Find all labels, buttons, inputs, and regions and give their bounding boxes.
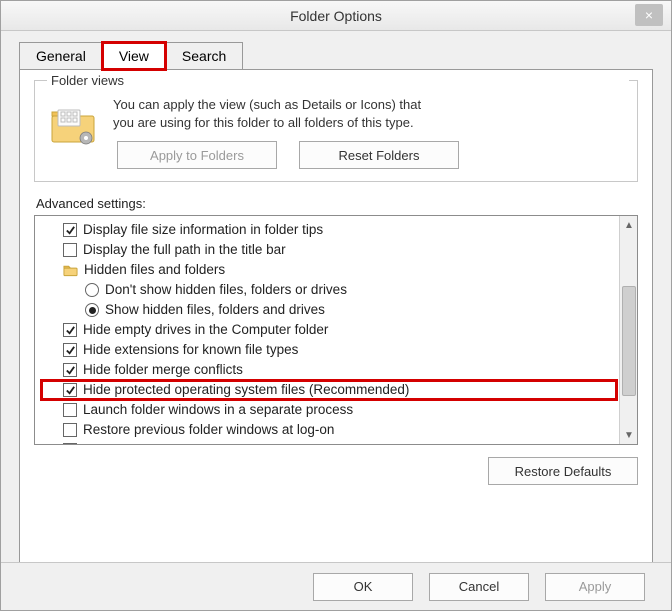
folder-views-legend: Folder views (47, 73, 629, 88)
opt-label: Restore previous folder windows at log-o… (83, 420, 334, 440)
opt-label: Hide empty drives in the Computer folder (83, 320, 328, 340)
opt-label: Hide folder merge conflicts (83, 360, 243, 380)
opt-label: Show hidden files, folders and drives (105, 300, 325, 320)
opt-launch-separate-process[interactable]: Launch folder windows in a separate proc… (41, 400, 617, 420)
checkbox-checked-icon (63, 383, 77, 397)
tab-general[interactable]: General (19, 42, 103, 70)
ok-button[interactable]: OK (313, 573, 413, 601)
opt-hide-empty-drives[interactable]: Hide empty drives in the Computer folder (41, 320, 617, 340)
opt-display-full-path[interactable]: Display the full path in the title bar (41, 240, 617, 260)
opt-show-drive-letters[interactable]: Show drive letters (41, 440, 617, 445)
opt-restore-prev-windows[interactable]: Restore previous folder windows at log-o… (41, 420, 617, 440)
advanced-settings-label: Advanced settings: (36, 196, 638, 211)
checkbox-checked-icon (63, 223, 77, 237)
reset-folders-button[interactable]: Reset Folders (299, 141, 459, 169)
restore-defaults-button[interactable]: Restore Defaults (488, 457, 638, 485)
opt-label: Launch folder windows in a separate proc… (83, 400, 353, 420)
tab-panel-view: Folder views (19, 69, 653, 564)
titlebar: Folder Options × (1, 1, 671, 31)
radio-unchecked-icon (85, 283, 99, 297)
checkbox-unchecked-icon (63, 423, 77, 437)
scroll-up-icon[interactable]: ▲ (620, 216, 638, 234)
folder-views-description: You can apply the view (such as Details … (113, 96, 459, 169)
opt-label: Display file size information in folder … (83, 220, 323, 240)
apply-button[interactable]: Apply (545, 573, 645, 601)
opt-hide-extensions[interactable]: Hide extensions for known file types (41, 340, 617, 360)
folder-options-dialog: Folder Options × General View Search Fol… (0, 0, 672, 611)
checkbox-unchecked-icon (63, 243, 77, 257)
opt-display-file-size[interactable]: Display file size information in folder … (41, 220, 617, 240)
tab-search[interactable]: Search (165, 42, 243, 70)
checkbox-checked-icon (63, 363, 77, 377)
checkbox-unchecked-icon (63, 403, 77, 417)
checkbox-checked-icon (63, 443, 77, 445)
folder-icon (63, 263, 78, 277)
opt-label: Hide protected operating system files (R… (83, 380, 409, 400)
checkbox-checked-icon (63, 343, 77, 357)
folder-views-icon (45, 96, 101, 152)
dialog-button-bar: OK Cancel Apply (1, 562, 671, 610)
apply-to-folders-button[interactable]: Apply to Folders (117, 141, 277, 169)
opt-show-hidden[interactable]: Show hidden files, folders and drives (41, 300, 617, 320)
close-icon[interactable]: × (635, 4, 663, 26)
opt-label: Don't show hidden files, folders or driv… (105, 280, 347, 300)
radio-checked-icon (85, 303, 99, 317)
opt-hide-merge-conflicts[interactable]: Hide folder merge conflicts (41, 360, 617, 380)
opt-hidden-files-group: Hidden files and folders (41, 260, 617, 280)
opt-label: Hide extensions for known file types (83, 340, 298, 360)
folder-views-group: Folder views (34, 80, 638, 182)
scroll-down-icon[interactable]: ▼ (620, 426, 638, 444)
checkbox-checked-icon (63, 323, 77, 337)
cancel-button[interactable]: Cancel (429, 573, 529, 601)
opt-label: Hidden files and folders (84, 260, 225, 280)
opt-label: Show drive letters (83, 440, 190, 445)
opt-dont-show-hidden[interactable]: Don't show hidden files, folders or driv… (41, 280, 617, 300)
tab-strip: General View Search (1, 31, 671, 69)
scroll-thumb[interactable] (622, 286, 636, 396)
list-scrollbar[interactable]: ▲ ▼ (619, 216, 637, 444)
window-title: Folder Options (290, 8, 382, 24)
advanced-settings-list: Display file size information in folder … (34, 215, 638, 445)
opt-label: Display the full path in the title bar (83, 240, 286, 260)
folder-views-desc-line1: You can apply the view (such as Details … (113, 96, 459, 114)
tab-view[interactable]: View (102, 42, 166, 70)
opt-hide-protected-os-files[interactable]: Hide protected operating system files (R… (41, 380, 617, 400)
folder-views-desc-line2: you are using for this folder to all fol… (113, 114, 459, 132)
